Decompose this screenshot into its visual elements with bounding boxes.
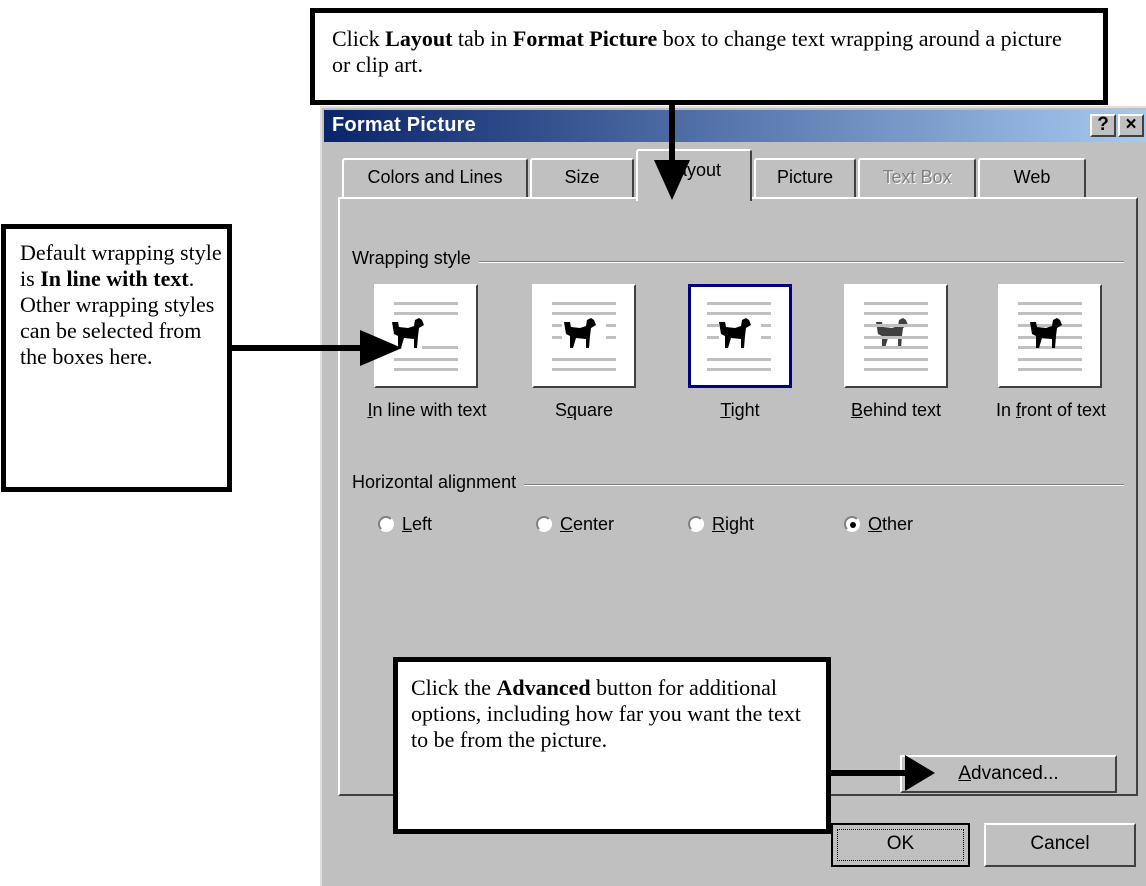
tab-picture[interactable]: Picture xyxy=(754,158,856,198)
wrap-option-tight[interactable] xyxy=(688,284,792,388)
arrow-right-icon xyxy=(905,755,935,791)
tab-web[interactable]: Web xyxy=(978,158,1086,198)
wrap-option-square[interactable] xyxy=(532,284,636,388)
wrap-label-in-line[interactable]: In line with text xyxy=(352,400,502,421)
square-wrap-icon xyxy=(552,302,616,371)
radio-circle[interactable] xyxy=(536,516,552,532)
wrap-label-tight[interactable]: Tight xyxy=(690,400,790,421)
tight-wrap-icon xyxy=(707,302,771,371)
radio-checked-dot xyxy=(850,522,856,528)
tab-label: Web xyxy=(1013,167,1051,187)
in-front-of-text-wrap-icon xyxy=(1018,302,1082,371)
dialog-title: Format Picture xyxy=(332,114,476,136)
horizontal-alignment-label: Horizontal alignment xyxy=(352,472,525,493)
radio-circle[interactable] xyxy=(688,516,704,532)
radio-label: Other xyxy=(868,514,914,534)
cancel-button[interactable]: Cancel xyxy=(984,823,1136,867)
help-button[interactable]: ? xyxy=(1090,114,1116,137)
callout-text: Click the xyxy=(411,675,497,700)
behind-text-wrap-icon xyxy=(864,302,928,371)
callout-bold: In line with text xyxy=(40,266,189,291)
arrow-shaft xyxy=(831,770,909,776)
callout-bold: Format Picture xyxy=(512,26,658,51)
tab-size[interactable]: Size xyxy=(530,158,634,198)
tab-label: Size xyxy=(564,167,600,187)
tab-label: Text Box xyxy=(882,167,952,187)
cancel-label: Cancel xyxy=(1030,833,1090,854)
wrap-option-in-front-of-text[interactable] xyxy=(998,284,1102,388)
callout-bold: Layout xyxy=(385,26,453,51)
wrapping-style-label: Wrapping style xyxy=(352,248,479,269)
callout-advanced-button: Click the Advanced button for additional… xyxy=(393,657,831,834)
radio-label: Left xyxy=(402,514,433,534)
ok-button[interactable]: OK xyxy=(831,823,970,867)
arrow-down-icon xyxy=(654,160,690,200)
wrap-label-behind-text[interactable]: Behind text xyxy=(834,400,958,421)
callout-text: Click xyxy=(332,26,386,51)
callout-default-wrapping: Default wrapping style is In line with t… xyxy=(1,224,232,492)
arrow-shaft xyxy=(232,345,362,351)
radio-label: Center xyxy=(560,514,615,534)
tab-label: Picture xyxy=(776,167,834,187)
radio-circle[interactable] xyxy=(844,516,860,532)
title-bar: Format Picture ? × xyxy=(324,110,1146,142)
radio-circle[interactable] xyxy=(378,516,394,532)
tab-text-box: Text Box xyxy=(858,158,976,198)
tab-label: Colors and Lines xyxy=(367,167,503,187)
wrap-label-square[interactable]: Square xyxy=(534,400,634,421)
arrow-right-icon xyxy=(360,330,402,366)
wrap-option-behind-text[interactable] xyxy=(844,284,948,388)
focus-rectangle xyxy=(837,829,964,861)
callout-bold: Advanced xyxy=(496,675,591,700)
close-button[interactable]: × xyxy=(1118,114,1144,137)
radio-label: Right xyxy=(712,514,755,534)
callout-layout-tab: Click Layout tab in Format Picture box t… xyxy=(310,8,1108,105)
callout-text: tab in xyxy=(452,26,513,51)
arrow-shaft xyxy=(669,105,675,165)
tab-colors-and-lines[interactable]: Colors and Lines xyxy=(342,158,528,198)
wrap-label-in-front-of-text[interactable]: In front of text xyxy=(976,400,1126,421)
